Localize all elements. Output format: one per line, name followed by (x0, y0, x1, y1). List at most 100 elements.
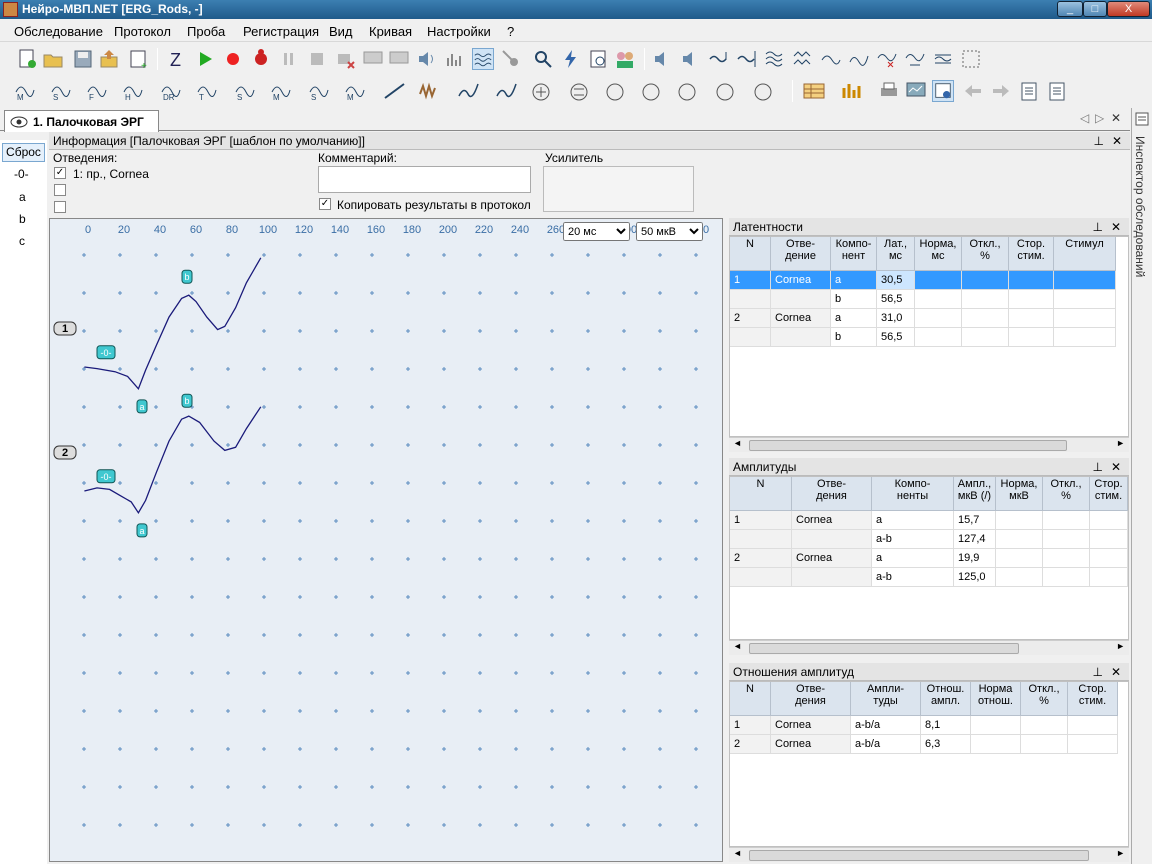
table-cell[interactable] (1090, 511, 1128, 530)
monitor-icon[interactable] (905, 80, 927, 102)
table-cell[interactable]: a (831, 309, 877, 328)
table-cell[interactable] (915, 309, 962, 328)
table-icon[interactable] (802, 80, 830, 102)
wave-swap-icon[interactable] (932, 48, 954, 70)
pin-icon[interactable]: ⊥ (1093, 665, 1103, 679)
scroll-thumb[interactable] (749, 440, 1067, 451)
printer-icon[interactable] (878, 80, 900, 102)
table-cell[interactable] (1054, 309, 1116, 328)
table-cell[interactable]: 19,9 (954, 549, 996, 568)
pin-icon[interactable]: ⊥ (1094, 134, 1104, 148)
amp-scale-select[interactable]: 50 мкВ (636, 222, 703, 241)
panel-close-icon[interactable]: ✕ (1111, 220, 1121, 234)
column-header[interactable]: Норма, мкВ (996, 477, 1043, 511)
new-record-icon[interactable]: + (128, 48, 150, 70)
menu-help[interactable]: ? (507, 24, 514, 39)
comment-2-icon[interactable] (388, 48, 410, 70)
time-scale-select[interactable]: 20 мс (563, 222, 630, 241)
table-cell[interactable]: Cornea (771, 271, 831, 290)
erg-s3-icon[interactable]: S (308, 80, 336, 102)
ratio-hscroll[interactable]: ◄ ► (729, 847, 1129, 862)
table-cell[interactable] (1043, 568, 1090, 587)
lead3-checkbox[interactable] (54, 201, 66, 213)
pattern-6-icon[interactable] (714, 80, 742, 102)
latency-table[interactable]: N Отве- дение Компо- нент Лат., мс Норма, мс… (729, 236, 1129, 437)
pattern-1-icon[interactable] (530, 80, 558, 102)
waves-icon[interactable] (472, 48, 494, 70)
table-cell[interactable] (915, 290, 962, 309)
table-cell[interactable] (1068, 735, 1118, 754)
table-cell[interactable] (1043, 549, 1090, 568)
zero-icon[interactable]: Z (166, 48, 188, 70)
panel-close-icon[interactable]: ✕ (1111, 460, 1121, 474)
comment-icon[interactable] (362, 48, 384, 70)
amplitude-hscroll[interactable]: ◄ ► (729, 640, 1129, 655)
table-cell[interactable] (915, 271, 962, 290)
column-header[interactable]: Отве- дения (792, 477, 872, 511)
probe-icon[interactable] (500, 48, 522, 70)
table-cell[interactable] (792, 530, 872, 549)
table-cell[interactable] (1009, 271, 1054, 290)
table-cell[interactable]: 30,5 (877, 271, 915, 290)
table-cell[interactable] (1090, 549, 1128, 568)
pause-icon[interactable] (278, 48, 300, 70)
table-cell[interactable]: Cornea (792, 511, 872, 530)
forward-arrow-icon[interactable] (990, 80, 1012, 102)
table-cell[interactable]: a-b (872, 530, 954, 549)
column-header[interactable]: Откл., % (1021, 682, 1068, 716)
patients-icon[interactable] (614, 48, 636, 70)
open-folder-icon[interactable] (42, 48, 64, 70)
record-icon[interactable] (222, 48, 244, 70)
erg-dr-icon[interactable]: DR (160, 80, 188, 102)
column-header[interactable]: Стор. стим. (1009, 237, 1054, 271)
maximize-button[interactable]: □ (1083, 1, 1107, 17)
ratio-table[interactable]: N Отве- дения Ампли- туды Отнош. ампл. Норма… (729, 681, 1129, 847)
table-cell[interactable]: Cornea (771, 309, 831, 328)
table-cell[interactable]: 125,0 (954, 568, 996, 587)
table-cell[interactable] (915, 328, 962, 347)
search-icon[interactable] (532, 48, 554, 70)
selection-icon[interactable] (960, 48, 982, 70)
table-cell[interactable] (730, 290, 771, 309)
zoom-icon[interactable] (588, 48, 610, 70)
wave-move-icon[interactable] (904, 48, 926, 70)
column-header[interactable]: Ампл., мкВ (/) (954, 477, 996, 511)
table-cell[interactable]: Cornea (771, 716, 851, 735)
wave-down-icon[interactable] (708, 48, 730, 70)
table-cell[interactable]: 1 (730, 511, 792, 530)
table-cell[interactable]: Cornea (771, 735, 851, 754)
table-cell[interactable]: a (872, 511, 954, 530)
document-2-icon[interactable] (1046, 80, 1068, 102)
menu-curve[interactable]: Кривая (369, 24, 412, 39)
table-cell[interactable] (996, 530, 1043, 549)
erg-s-icon[interactable]: S (50, 80, 78, 102)
column-header[interactable]: Стимул (1054, 237, 1116, 271)
marker-item[interactable]: c (19, 234, 25, 248)
pattern-2-icon[interactable] (568, 80, 596, 102)
sound-left-icon[interactable] (652, 48, 674, 70)
latency-hscroll[interactable]: ◄ ► (729, 437, 1129, 452)
table-cell[interactable]: 15,7 (954, 511, 996, 530)
erg-m3-icon[interactable]: M (344, 80, 372, 102)
table-cell[interactable] (771, 290, 831, 309)
wave-expand-icon[interactable] (736, 48, 758, 70)
table-cell[interactable] (730, 568, 792, 587)
table-cell[interactable] (996, 511, 1043, 530)
table-cell[interactable] (1054, 328, 1116, 347)
table-cell[interactable]: b (831, 290, 877, 309)
table-cell[interactable] (1068, 716, 1118, 735)
pattern-7-icon[interactable] (752, 80, 780, 102)
table-cell[interactable]: 2 (730, 735, 771, 754)
scroll-thumb[interactable] (749, 850, 1089, 861)
table-cell[interactable] (1009, 309, 1054, 328)
table-cell[interactable] (996, 568, 1043, 587)
column-header[interactable]: Норма, мс (915, 237, 962, 271)
table-cell[interactable]: 1 (730, 271, 771, 290)
table-cell[interactable]: a-b/a (851, 716, 921, 735)
bars-icon[interactable] (444, 48, 466, 70)
erg-chart[interactable]: 0204060801001201401601802002202402602803… (49, 218, 723, 862)
tab-close-icon[interactable]: ✕ (1111, 111, 1121, 125)
pin-icon[interactable]: ⊥ (1093, 460, 1103, 474)
table-cell[interactable]: b (831, 328, 877, 347)
inspector-strip[interactable]: Инспектор обследований (1131, 108, 1152, 864)
